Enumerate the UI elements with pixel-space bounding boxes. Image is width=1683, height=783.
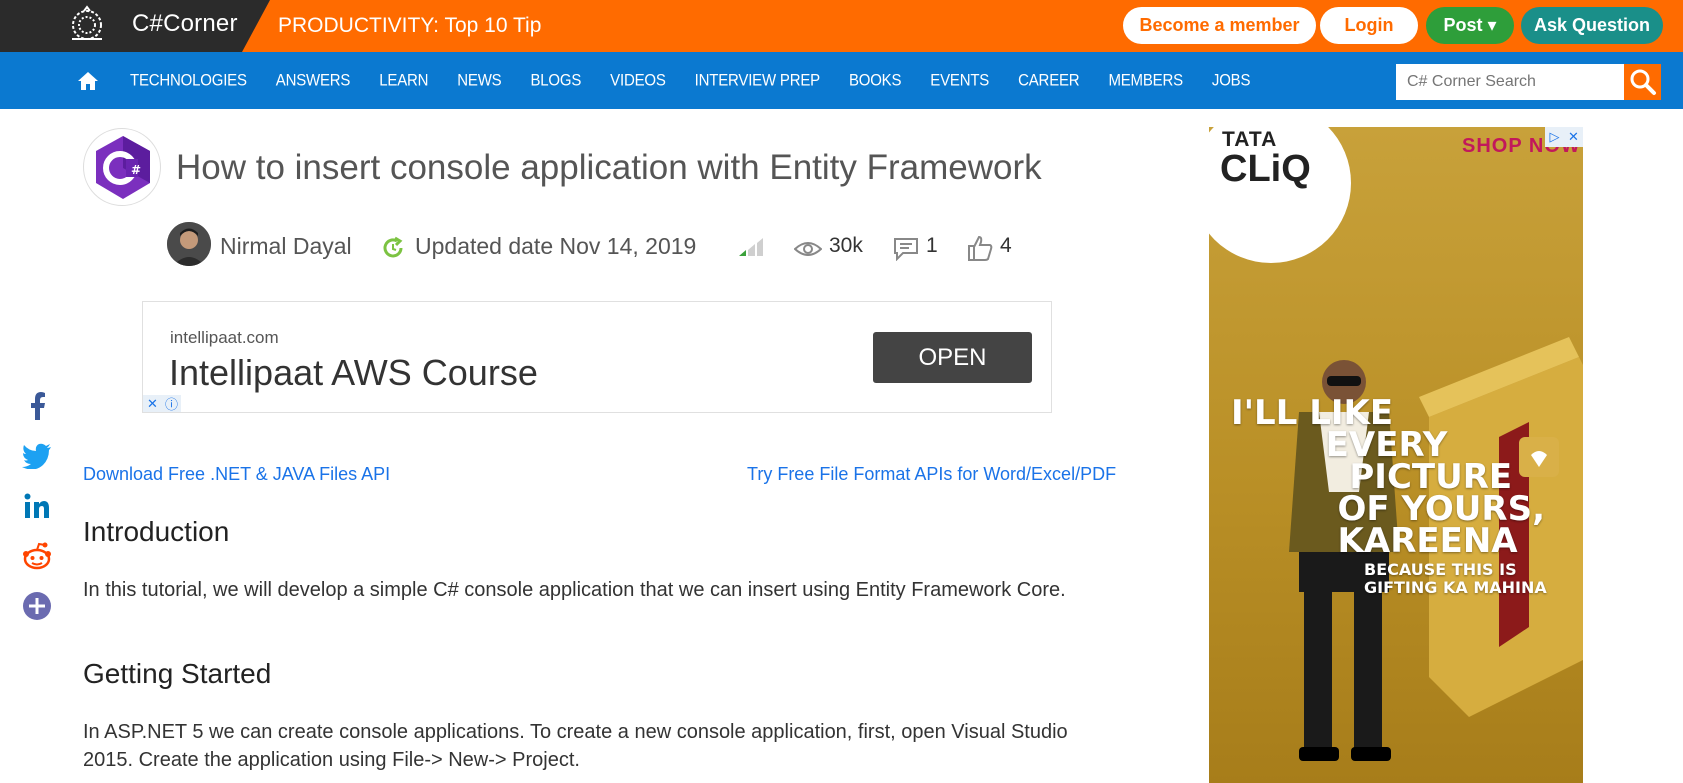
become-member-button[interactable]: Become a member <box>1123 7 1316 44</box>
nav-item-books[interactable]: BOOKS <box>849 71 902 90</box>
updated-date: Updated date Nov 14, 2019 <box>415 232 697 259</box>
ad-banner[interactable]: intellipaat.com Intellipaat AWS Course O… <box>142 301 1052 413</box>
heading-introduction: Introduction <box>83 516 230 547</box>
paragraph-getting-started: In ASP.NET 5 we can create console appli… <box>83 721 1068 771</box>
csharp-hexagon-icon: # <box>96 136 150 199</box>
comments-count[interactable]: 1 <box>926 222 938 270</box>
promo-link[interactable]: PRODUCTIVITY: Top 10 Tip <box>278 14 541 38</box>
nav-item-members[interactable]: MEMBERS <box>1108 71 1183 90</box>
nav-item-interview-prep[interactable]: INTERVIEW PREP <box>695 71 820 90</box>
updated-refresh-icon <box>383 236 403 258</box>
home-icon[interactable] <box>77 71 99 91</box>
adchoices-icon[interactable]: ▷ <box>1545 127 1564 147</box>
nav-item-news[interactable]: NEWS <box>457 71 501 90</box>
tatacliq-logo: TATA CLiQ <box>1209 127 1351 263</box>
views-count: 30k <box>829 234 863 257</box>
views-eye-icon <box>794 242 822 256</box>
twitter-icon <box>22 443 51 469</box>
ad-close-icon[interactable]: ✕ <box>143 395 162 412</box>
ad-info-icon[interactable]: ⓘ <box>162 395 181 412</box>
svg-text:#: # <box>131 163 141 177</box>
nav-item-learn[interactable]: LEARN <box>379 71 428 90</box>
nav-item-answers[interactable]: ANSWERS <box>276 71 351 90</box>
side-ad-choices: ▷ ✕ <box>1545 127 1583 147</box>
side-ad-close-icon[interactable]: ✕ <box>1564 127 1583 147</box>
ad-open-button[interactable]: OPEN <box>873 332 1032 383</box>
side-ad-quote: I'LL LIKE EVERY PICTURE OF YOURS, KAREEN… <box>1231 393 1583 597</box>
nav-item-jobs[interactable]: JOBS <box>1212 71 1251 90</box>
likes-count[interactable]: 4 <box>1000 222 1012 270</box>
article-title: How to insert console application with E… <box>176 148 1042 187</box>
csharp-category-logo[interactable]: # <box>83 128 161 206</box>
ad-choices: ✕ ⓘ <box>143 395 181 412</box>
author-avatar[interactable] <box>167 222 211 266</box>
more-share[interactable] <box>22 591 52 621</box>
post-button[interactable]: Post ▾ <box>1426 7 1514 44</box>
linkedin-icon <box>24 493 49 518</box>
paragraph-introduction: In this tutorial, we will develop a simp… <box>83 579 1066 601</box>
search-input[interactable] <box>1396 64 1624 100</box>
ad-domain: intellipaat.com <box>170 328 279 347</box>
plus-circle-icon <box>23 592 51 620</box>
comments-icon[interactable] <box>893 237 919 261</box>
nav-item-events[interactable]: EVENTS <box>930 71 989 90</box>
nav-item-blogs[interactable]: BLOGS <box>530 71 581 90</box>
heading-getting-started: Getting Started <box>83 658 272 689</box>
ad-headline[interactable]: Intellipaat AWS Course <box>169 352 538 394</box>
logo-area[interactable]: C#Corner <box>0 0 270 52</box>
linkedin-share[interactable] <box>22 491 52 521</box>
login-button[interactable]: Login <box>1320 7 1418 44</box>
difficulty-level-icon <box>739 238 763 256</box>
search-button[interactable] <box>1624 64 1661 100</box>
nav-menu: TECHNOLOGIES ANSWERS LEARN NEWS BLOGS VI… <box>130 52 1250 109</box>
top-bar: C#Corner PRODUCTIVITY: Top 10 Tip Become… <box>0 0 1683 52</box>
facebook-icon <box>31 392 45 420</box>
like-thumb-icon[interactable] <box>966 234 994 262</box>
reddit-icon <box>23 542 51 570</box>
nav-item-videos[interactable]: VIDEOS <box>610 71 666 90</box>
search-icon <box>1630 69 1656 95</box>
side-ad-headline: I'LL LIKE EVERY PICTURE OF YOURS, KAREEN… <box>1231 393 1546 561</box>
brand-cliq: CLiQ <box>1220 148 1311 190</box>
side-ad-tatacliq[interactable]: TATA CLiQ SHOP NOW ▷ ✕ I'LL LIKE EVERY P… <box>1209 127 1583 783</box>
facebook-share[interactable] <box>22 391 52 421</box>
download-files-api-link[interactable]: Download Free .NET & JAVA Files API <box>83 464 390 485</box>
logo-text: C#Corner <box>132 10 238 37</box>
csharpcorner-logo-icon <box>72 5 102 40</box>
side-ad-subline: BECAUSE THIS IS GIFTING KA MAHINA <box>1364 560 1547 597</box>
file-format-apis-link[interactable]: Try Free File Format APIs for Word/Excel… <box>747 464 1116 485</box>
author-name[interactable]: Nirmal Dayal <box>220 222 352 270</box>
reddit-share[interactable] <box>22 541 52 571</box>
nav-item-technologies[interactable]: TECHNOLOGIES <box>130 71 247 90</box>
ask-question-button[interactable]: Ask Question <box>1521 7 1663 44</box>
nav-item-career[interactable]: CAREER <box>1018 71 1080 90</box>
twitter-share[interactable] <box>22 441 52 471</box>
author-photo-icon <box>167 222 211 266</box>
